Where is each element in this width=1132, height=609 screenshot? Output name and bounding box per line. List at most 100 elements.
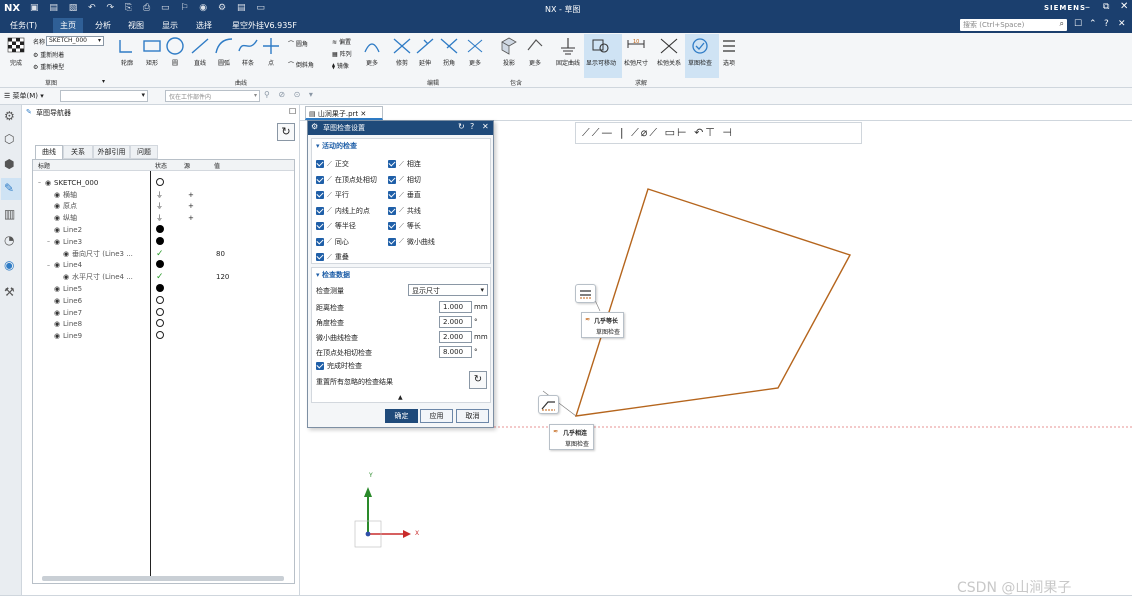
visibility-eye-icon[interactable]: ◉: [54, 214, 60, 222]
edit-more-button[interactable]: 更多: [464, 36, 486, 67]
checkbox[interactable]: [316, 160, 324, 168]
equal-length-glyph[interactable]: [575, 284, 596, 303]
search-icon[interactable]: ⌕: [1060, 19, 1064, 29]
menu-analysis[interactable]: 分析: [95, 20, 111, 31]
checkbox[interactable]: [388, 206, 396, 215]
search-box[interactable]: 搜索 (Ctrl+Space) ⌕: [960, 19, 1067, 31]
menu-plugin[interactable]: 星空外挂V6.935F: [232, 20, 297, 31]
measure-select[interactable]: 显示尺寸 ▾: [408, 284, 488, 296]
tab-external[interactable]: 外部引用: [93, 145, 130, 159]
tree-row[interactable]: ◉ Line8: [35, 319, 293, 331]
line-button[interactable]: 直线: [189, 36, 211, 67]
corner-button[interactable]: 拐角: [438, 36, 460, 67]
menu-button[interactable]: ☰ 菜单(M) ▾: [4, 91, 44, 101]
visibility-eye-icon[interactable]: ◉: [54, 226, 60, 234]
scope-select[interactable]: 仅在工作部件内 ▾: [165, 90, 260, 102]
extend-button[interactable]: 延伸: [414, 36, 436, 67]
note-coincident[interactable]: ≈ 几乎相连 草图检查: [549, 424, 594, 450]
tree-row[interactable]: ◉ Line2: [35, 224, 293, 236]
dialog-reset-icon[interactable]: ↻: [458, 122, 465, 131]
menu-task[interactable]: 任务(T): [10, 20, 37, 31]
ok-button[interactable]: 确定: [385, 409, 418, 423]
tree-row[interactable]: ◉ 垂向尺寸 (Line3 ... ✓ 80: [35, 248, 293, 260]
expand-toggle-icon[interactable]: –: [47, 262, 50, 269]
tab-curves[interactable]: 曲线: [35, 145, 63, 159]
section-check-data[interactable]: ▾ 检查数据: [316, 270, 350, 280]
rectangle-button[interactable]: 矩形: [141, 36, 163, 67]
note-equal-length[interactable]: ≈ 几乎等长 草图检查: [581, 312, 624, 338]
visibility-eye-icon[interactable]: ◉: [45, 179, 51, 187]
reset-ignored-button[interactable]: ↻: [469, 371, 487, 389]
fillet-button[interactable]: ⌒ 圆角: [288, 39, 308, 48]
visibility-eye-icon[interactable]: ◉: [54, 285, 60, 293]
part-navigator-icon[interactable]: ⬡: [4, 132, 14, 146]
left-check-row[interactable]: ⟋ 正交: [316, 159, 349, 169]
settings-icon[interactable]: ⚙: [4, 109, 15, 123]
assembly-navigator-icon[interactable]: ⬢: [4, 157, 14, 171]
help-icon[interactable]: ?: [1104, 19, 1109, 29]
trim-button[interactable]: 修剪: [391, 36, 413, 67]
right-check-row[interactable]: ⟋ 相连: [388, 159, 421, 169]
checkbox[interactable]: [316, 222, 324, 230]
dialog-help-icon[interactable]: ?: [470, 122, 474, 131]
tree-row[interactable]: – ◉ Line3: [35, 236, 293, 248]
field-input[interactable]: 2.000: [439, 316, 472, 328]
expand-toggle-icon[interactable]: –: [38, 179, 41, 186]
menu-display[interactable]: 显示: [162, 20, 178, 31]
tools-icon[interactable]: ⚒: [4, 285, 15, 299]
visibility-eye-icon[interactable]: ◉: [54, 309, 60, 317]
right-check-row[interactable]: ⟋ 微小曲线: [388, 237, 435, 247]
tree-row[interactable]: ◉ Line5: [35, 283, 293, 295]
complete-check-row[interactable]: 完成时检查: [316, 361, 362, 371]
profile-button[interactable]: 轮廓: [116, 36, 138, 67]
search-input[interactable]: 搜索 (Ctrl+Space): [963, 20, 1024, 30]
checkbox[interactable]: [316, 175, 324, 184]
menu-view[interactable]: 视图: [128, 20, 144, 31]
mirror-button[interactable]: ⧫ 镜像: [332, 61, 349, 70]
checkbox[interactable]: [316, 206, 324, 215]
right-check-row[interactable]: ⟋ 垂直: [388, 190, 421, 200]
dialog-close-icon[interactable]: ✕: [482, 122, 489, 131]
checkbox[interactable]: [388, 175, 396, 184]
tree-row[interactable]: ◉ Line7: [35, 307, 293, 319]
left-check-row[interactable]: ⟋ 等半径: [316, 221, 356, 231]
left-check-row[interactable]: ⟋ 重叠: [316, 252, 349, 262]
chevron-up-icon[interactable]: ⌃: [1089, 19, 1097, 29]
sketch-check-button[interactable]: 草图检查: [688, 36, 712, 67]
checkbox[interactable]: [388, 191, 396, 199]
tree-row[interactable]: ◉ 原点 ⏚ +: [35, 201, 293, 213]
tree-row[interactable]: ◉ 水平尺寸 (Line4 ... ✓ 120: [35, 271, 293, 283]
coincident-glyph[interactable]: [538, 395, 559, 414]
checkbox[interactable]: [388, 222, 396, 230]
options-button[interactable]: 选项: [718, 36, 740, 67]
offset-button[interactable]: ≋ 偏置: [332, 37, 351, 46]
section-active-checks[interactable]: ▾ 活动的检查: [316, 141, 357, 151]
menu-home[interactable]: 主页: [53, 18, 83, 33]
visibility-eye-icon[interactable]: ◉: [54, 332, 60, 340]
arc-button[interactable]: 圆弧: [213, 36, 235, 67]
tree-row[interactable]: – ◉ Line4: [35, 260, 293, 272]
visibility-eye-icon[interactable]: ◉: [63, 273, 69, 281]
right-check-row[interactable]: ⟋ 共线: [388, 206, 421, 216]
visibility-eye-icon[interactable]: ◉: [54, 297, 60, 305]
left-check-row[interactable]: ⟋ 平行: [316, 190, 349, 200]
show-movable-button[interactable]: 显示可移动: [586, 36, 616, 67]
field-input[interactable]: 1.000: [439, 301, 472, 313]
checkbox[interactable]: [316, 191, 324, 199]
field-input[interactable]: 2.000: [439, 331, 472, 343]
ribbon-close-icon[interactable]: ✕: [1118, 19, 1126, 29]
selection-icons[interactable]: ⚲ ⊘ ⊙ ▾: [264, 90, 316, 99]
remodel-option[interactable]: ⚙ 重新模型: [33, 62, 64, 71]
left-check-row[interactable]: ⟋ 同心: [316, 237, 349, 247]
tree-row[interactable]: – ◉ SKETCH_000: [35, 177, 293, 189]
spline-button[interactable]: 样条: [237, 36, 259, 67]
right-check-row[interactable]: ⟋ 相切: [388, 175, 421, 185]
tree-row[interactable]: ◉ Line6: [35, 295, 293, 307]
web-icon[interactable]: ◔: [4, 233, 14, 247]
horizontal-scrollbar[interactable]: [42, 576, 284, 581]
sketch-name-select[interactable]: SKETCH_000 ▾: [46, 36, 104, 46]
visibility-eye-icon[interactable]: ◉: [54, 320, 60, 328]
refresh-button[interactable]: ↻: [277, 123, 295, 141]
checkbox[interactable]: [316, 237, 324, 246]
visibility-eye-icon[interactable]: ◉: [54, 261, 60, 269]
